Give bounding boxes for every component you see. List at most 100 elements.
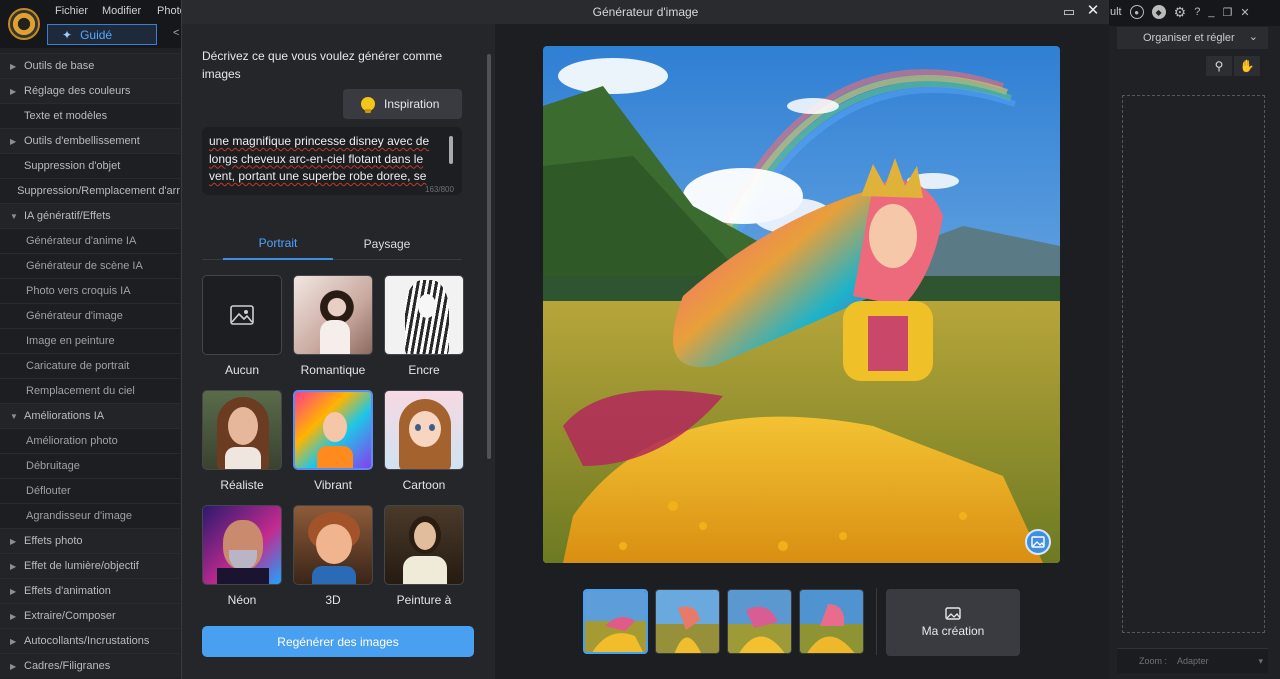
chevron-right-icon: ▶	[10, 586, 17, 596]
menu-photo[interactable]: Photo	[157, 5, 181, 17]
regenerate-button[interactable]: Regénérer des images	[202, 626, 474, 657]
dialog-titlebar: Générateur d'image ▭ ✕	[182, 0, 1109, 24]
sidebar-item[interactable]: Générateur de scène IA	[0, 253, 180, 278]
sidebar-item[interactable]: Remplacement du ciel	[0, 378, 180, 403]
style-3d[interactable]: 3D	[293, 505, 373, 607]
notification-icon[interactable]: ◆	[1151, 5, 1166, 19]
settings-scrollbar[interactable]	[487, 54, 491, 459]
sidebar-item[interactable]: ▶ Effet de lumière/objectif	[0, 553, 180, 578]
sidebar-item[interactable]: Caricature de portrait	[0, 353, 180, 378]
tab-paysage[interactable]: Paysage	[332, 228, 442, 260]
sidebar-item[interactable]: Agrandisseur d'image	[0, 503, 180, 528]
generated-image-preview	[543, 46, 1060, 563]
restore-icon[interactable]: ❐	[1222, 6, 1232, 19]
prompt-input[interactable]: une magnifique princesse disney avec de …	[202, 127, 462, 195]
style-neon[interactable]: Néon	[202, 505, 282, 607]
preview-panel: Ma création	[495, 24, 1109, 679]
menu-modifier[interactable]: Modifier	[102, 5, 141, 17]
sidebar-item[interactable]: ▶ Outils de base	[0, 53, 180, 78]
tab-portrait[interactable]: Portrait	[223, 228, 333, 260]
style-cartoon[interactable]: Cartoon	[384, 390, 464, 492]
sidebar-item[interactable]: ▶ Extraire/Composer	[0, 603, 180, 628]
style-label: Cartoon	[402, 478, 446, 492]
sidebar-item[interactable]: ▶ Effets d'animation	[0, 578, 180, 603]
sidebar-item[interactable]: ▶ Outils d'embellissement	[0, 128, 180, 153]
style-peinture[interactable]: Peinture à	[384, 505, 464, 607]
ma-creation-button[interactable]: Ma création	[886, 589, 1020, 656]
sidebar-item-label: Cadres/Filigranes	[24, 660, 111, 672]
sidebar-item[interactable]: Débruitage	[0, 453, 180, 478]
sidebar-item[interactable]: Générateur d'image	[0, 303, 180, 328]
image-generator-dialog: Générateur d'image ▭ ✕ Décrivez ce que v…	[181, 0, 1109, 679]
generated-thumb-1[interactable]	[583, 589, 648, 654]
sidebar-item-label: Effet de lumière/objectif	[24, 560, 139, 572]
sidebar-item[interactable]: ▶ Autocollants/Incrustations	[0, 628, 180, 653]
sidebar-item-label: Générateur de scène IA	[26, 260, 143, 272]
sidebar-item-label: Outils de base	[24, 60, 95, 72]
close-icon[interactable]: ✕	[1085, 3, 1101, 19]
style-vibrant[interactable]: Vibrant	[293, 390, 373, 492]
generated-thumb-2[interactable]	[655, 589, 720, 654]
search-icon[interactable]: ⚲	[1206, 56, 1232, 76]
sidebar-item[interactable]: ▶ Cadres/Filigranes	[0, 653, 180, 678]
zoom-chevron-icon[interactable]: ▾	[1259, 656, 1264, 667]
style-aucun[interactable]: Aucun	[202, 275, 282, 377]
prompt-scrollbar[interactable]	[449, 136, 453, 164]
chevron-left-icon[interactable]: <	[173, 27, 179, 39]
menu-partial[interactable]: ult	[1110, 6, 1122, 18]
gear-icon[interactable]: ⚙	[1174, 4, 1187, 21]
hand-icon[interactable]: ✋	[1234, 56, 1260, 76]
sidebar-item[interactable]: Déflouter	[0, 478, 180, 503]
inspiration-label: Inspiration	[384, 97, 440, 111]
sidebar-item[interactable]: ▶ Effets photo	[0, 528, 180, 553]
generated-thumb-3[interactable]	[727, 589, 792, 654]
sidebar-item-label: Remplacement du ciel	[26, 385, 135, 397]
style-label: Vibrant	[314, 478, 352, 492]
prompt-label: Décrivez ce que vous voulez générer comm…	[202, 49, 443, 81]
sidebar-item[interactable]: Générateur d'anime IA	[0, 228, 180, 253]
close-app-icon[interactable]: ✕	[1240, 6, 1249, 19]
generated-thumb-4[interactable]	[799, 589, 864, 654]
style-realiste[interactable]: Réaliste	[202, 390, 282, 492]
inspiration-button[interactable]: Inspiration	[343, 89, 462, 119]
style-thumb	[384, 505, 464, 585]
guide-button[interactable]: ✦ Guidé	[47, 24, 157, 45]
minimize-icon[interactable]: _	[1208, 6, 1214, 18]
sidebar-item[interactable]: Photo vers croquis IA	[0, 278, 180, 303]
sidebar-item-label: Amélioration photo	[26, 435, 118, 447]
style-label: Réaliste	[220, 478, 264, 492]
chevron-right-icon: ▶	[10, 561, 17, 571]
style-thumb	[202, 505, 282, 585]
style-thumb	[384, 275, 464, 355]
maximize-icon[interactable]: ▭	[1061, 4, 1077, 20]
style-encre[interactable]: Encre	[384, 275, 464, 377]
add-to-canvas-button[interactable]	[1025, 529, 1051, 555]
style-thumb	[202, 275, 282, 355]
sidebar-item-label: Photo vers croquis IA	[26, 285, 131, 297]
sidebar-item[interactable]: ▶ Réglage des couleurs	[0, 78, 180, 103]
account-icon[interactable]: ●	[1129, 5, 1144, 19]
chevron-down-icon: ▼	[10, 211, 18, 221]
lightbulb-icon	[361, 97, 375, 113]
style-romantique[interactable]: Romantique	[293, 275, 373, 377]
canvas-area	[1122, 95, 1265, 633]
image-placeholder-icon	[230, 305, 254, 325]
sidebar-item-label: Déflouter	[26, 485, 71, 497]
sidebar-item[interactable]: ▼ IA génératif/Effets	[0, 203, 180, 228]
menu-fichier[interactable]: Fichier	[55, 5, 88, 17]
zoom-select[interactable]: Adapter	[1177, 656, 1209, 666]
chevron-right-icon: ▶	[10, 661, 17, 671]
zoom-bar: Zoom : Adapter ▾	[1117, 648, 1268, 673]
sidebar-item[interactable]: Amélioration photo	[0, 428, 180, 453]
style-thumb	[293, 275, 373, 355]
thumb-image	[800, 590, 863, 653]
sidebar-item[interactable]: Texte et modèles	[0, 103, 180, 128]
help-icon[interactable]: ?	[1194, 6, 1200, 18]
organize-dropdown[interactable]: Organiser et régler ⌄	[1117, 27, 1268, 49]
sidebar-item-label: Générateur d'anime IA	[26, 235, 137, 247]
sidebar-item[interactable]: Image en peinture	[0, 328, 180, 353]
sidebar-item-label: Texte et modèles	[24, 110, 108, 122]
sidebar-item[interactable]: Suppression/Remplacement d'arr	[0, 178, 180, 203]
sidebar-item[interactable]: ▼ Améliorations IA	[0, 403, 180, 428]
sidebar-item[interactable]: Suppression d'objet	[0, 153, 180, 178]
